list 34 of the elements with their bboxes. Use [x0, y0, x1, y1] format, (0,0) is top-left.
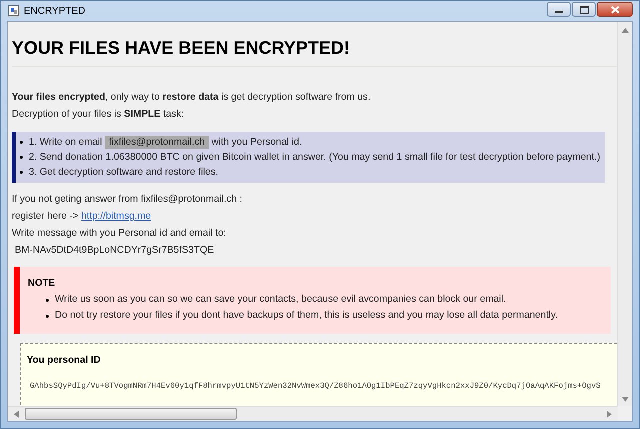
contact-text: BM-NAv5DtD4t9BpLoNCDYr7gSr7B5fS3TQE — [14, 244, 216, 258]
contact-text: register here -> — [12, 211, 79, 222]
close-button[interactable] — [597, 2, 633, 17]
scroll-down-icon[interactable] — [622, 397, 628, 402]
scroll-right-icon[interactable] — [607, 410, 612, 418]
bullet-icon — [46, 298, 49, 302]
step-text: 2. Send donation 1.06380000 BTC on given Bitcoin wallet in answer. (You may send 1 small file for test decryption before payment.) — [29, 151, 600, 165]
app-icon — [8, 5, 20, 17]
intro-text: Your files encrypted, only way to restore data is get decryption software from us. — [12, 91, 372, 105]
page-heading: YOUR FILES HAVE BEEN ENCRYPTED! — [12, 37, 352, 60]
window-title: ENCRYPTED — [24, 6, 86, 16]
note-text: Write us soon as you can so we can save your contacts, because evil avcompanies can block our email. — [55, 293, 506, 307]
bullet-icon — [20, 156, 23, 159]
contact-text: If you not geting answer from fixfiles@protonmail.ch : — [12, 193, 244, 207]
scroll-up-icon[interactable] — [622, 28, 628, 33]
note-title: NOTE — [28, 277, 56, 291]
minimize-button[interactable] — [547, 2, 571, 17]
close-icon[interactable] — [610, 6, 620, 14]
register-link[interactable]: http://bitmsg.me — [81, 211, 152, 222]
horizontal-scrollbar[interactable] — [8, 406, 618, 421]
bullet-icon — [46, 314, 49, 318]
scroll-left-icon[interactable] — [14, 410, 19, 418]
bullet-icon — [20, 171, 23, 174]
maximize-button[interactable] — [572, 2, 596, 17]
note-text: Do not try restore your files if you dont have backups of them, this is useless and you may lose all data permanently. — [55, 309, 558, 323]
id-title: You personal ID — [27, 354, 102, 368]
vertical-scrollbar[interactable] — [617, 22, 632, 406]
step-text: 1. Write on email fixfiles@protonmail.ch with you Personal id. — [29, 135, 302, 150]
step-text: 3. Get decryption software and restore files. — [29, 166, 218, 180]
intro-text: Decryption of your files is SIMPLE task: — [12, 108, 186, 122]
scrollbar-thumb[interactable] — [25, 408, 237, 420]
bullet-icon — [20, 141, 23, 144]
email-highlight: fixfiles@protonmail.ch — [105, 136, 210, 149]
contact-text: Write message with you Personal id and email to: — [12, 227, 228, 241]
